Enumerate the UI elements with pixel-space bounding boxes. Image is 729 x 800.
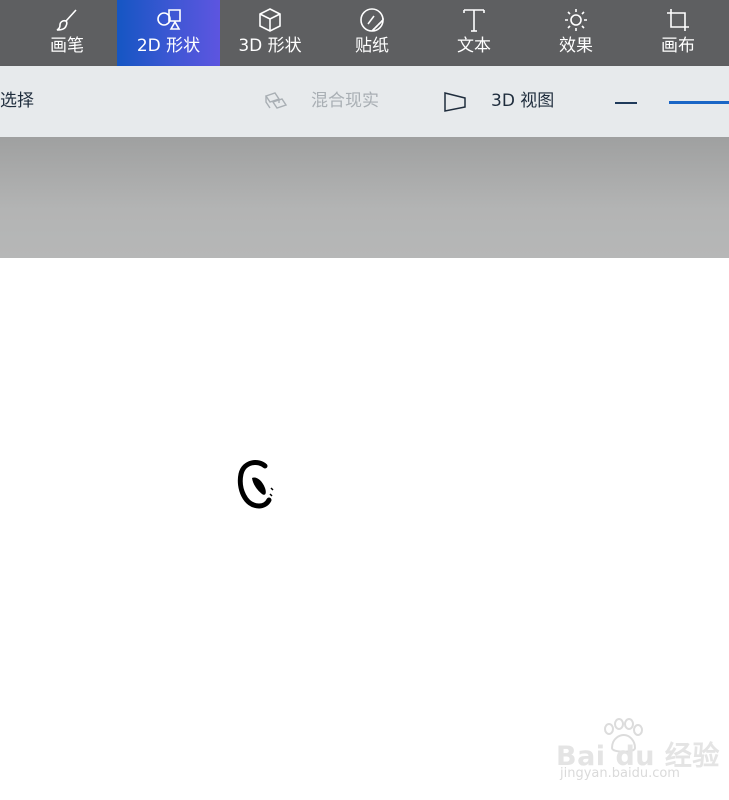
tool-label: 贴纸 [355, 36, 389, 56]
tool-label: 文本 [457, 36, 491, 56]
tool-label: 效果 [559, 36, 593, 56]
workspace-background [0, 137, 729, 258]
sun-icon [562, 6, 590, 34]
mixed-reality-icon [263, 90, 289, 114]
tool-canvas[interactable]: 画布 [628, 0, 728, 66]
tool-label: 画布 [661, 36, 695, 56]
tool-3d-shapes[interactable]: 3D 形状 [220, 0, 320, 66]
baidu-watermark: Bai du 经验 jingyan.baidu.com [556, 718, 719, 784]
view-3d-button[interactable]: 3D 视图 [491, 66, 554, 137]
brush-icon [53, 6, 81, 34]
crop-icon [664, 6, 692, 34]
tool-label: 3D 形状 [238, 36, 302, 56]
text-icon [460, 6, 488, 34]
tool-label: 画笔 [50, 36, 84, 56]
tool-label: 2D 形状 [136, 36, 201, 56]
tool-text[interactable]: 文本 [424, 0, 524, 66]
tool-effects[interactable]: 效果 [526, 0, 626, 66]
select-button[interactable]: 选择 [0, 66, 34, 137]
shapes-2d-icon [155, 6, 183, 34]
watermark-url: jingyan.baidu.com [560, 766, 680, 781]
zoom-out-button[interactable] [615, 102, 637, 104]
mixed-reality-button[interactable]: 混合现实 [311, 66, 379, 137]
zoom-slider[interactable] [669, 101, 729, 104]
tool-stickers[interactable]: 贴纸 [322, 0, 422, 66]
cube-icon [256, 6, 284, 34]
top-toolbar: 画笔 2D 形状 3D 形状 贴纸 文本 效果 画布 [0, 0, 729, 66]
view-3d-icon [442, 90, 468, 114]
tool-brushes[interactable]: 画笔 [15, 0, 119, 66]
sticker-icon [358, 6, 386, 34]
cursor-icon [237, 459, 274, 509]
tool-2d-shapes[interactable]: 2D 形状 [117, 0, 220, 66]
